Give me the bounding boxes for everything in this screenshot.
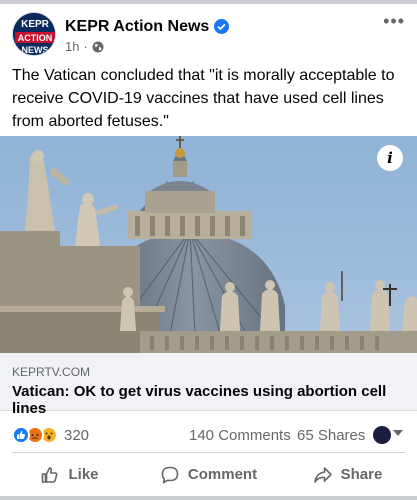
like-button[interactable]: Like (0, 453, 139, 496)
verified-badge-icon (214, 19, 229, 34)
comment-button[interactable]: Comment (139, 453, 278, 496)
bottom-separator (0, 496, 417, 500)
thumbs-up-icon (42, 466, 58, 483)
share-label: Share (340, 466, 383, 483)
action-bar: Like Comment Share (0, 453, 417, 496)
post-card: KEPR ACTION NEWS KEPR Action News 1h · •… (0, 0, 417, 500)
comments-count[interactable]: 140 Comments (189, 427, 291, 444)
chevron-down-icon[interactable] (393, 430, 403, 436)
globe-icon (92, 41, 104, 52)
comment-icon (161, 466, 179, 483)
link-domain: KEPRTV.COM (12, 365, 91, 379)
share-icon (313, 466, 332, 483)
link-title[interactable]: Vatican: OK to get virus vaccines using … (12, 383, 417, 417)
page-name[interactable]: KEPR Action News (65, 18, 209, 36)
logo-text-news: NEWS (22, 45, 49, 55)
vatican-dome-photo (0, 136, 417, 353)
more-options-button[interactable]: ••• (383, 12, 405, 30)
viewer-avatar[interactable] (373, 426, 391, 444)
comment-label: Comment (187, 466, 258, 483)
info-button[interactable]: i (377, 145, 403, 171)
link-image[interactable]: i (0, 136, 417, 353)
post-meta: 1h · (65, 39, 104, 54)
page-avatar[interactable]: KEPR ACTION NEWS (12, 12, 56, 56)
shares-count[interactable]: 65 Shares (297, 427, 365, 444)
post-time[interactable]: 1h (65, 39, 79, 54)
share-button[interactable]: Share (278, 453, 417, 496)
logo-text-action: ACTION (18, 33, 53, 43)
link-preview[interactable]: KEPRTV.COM Vatican: OK to get virus vacc… (0, 353, 417, 417)
reaction-icons[interactable] (12, 426, 58, 444)
like-reaction-icon (12, 426, 30, 444)
post-header: KEPR ACTION NEWS KEPR Action News 1h · •… (12, 12, 405, 56)
engagement-stats: 320 140 Comments 65 Shares (12, 420, 405, 448)
reaction-count[interactable]: 320 (64, 427, 89, 444)
post-text: The Vatican concluded that "it is morall… (12, 67, 395, 130)
meta-separator: · (83, 39, 88, 54)
kepr-logo: KEPR ACTION NEWS (13, 13, 55, 55)
top-separator (0, 0, 417, 4)
logo-text-kepr: KEPR (21, 19, 50, 30)
like-label: Like (68, 466, 99, 483)
